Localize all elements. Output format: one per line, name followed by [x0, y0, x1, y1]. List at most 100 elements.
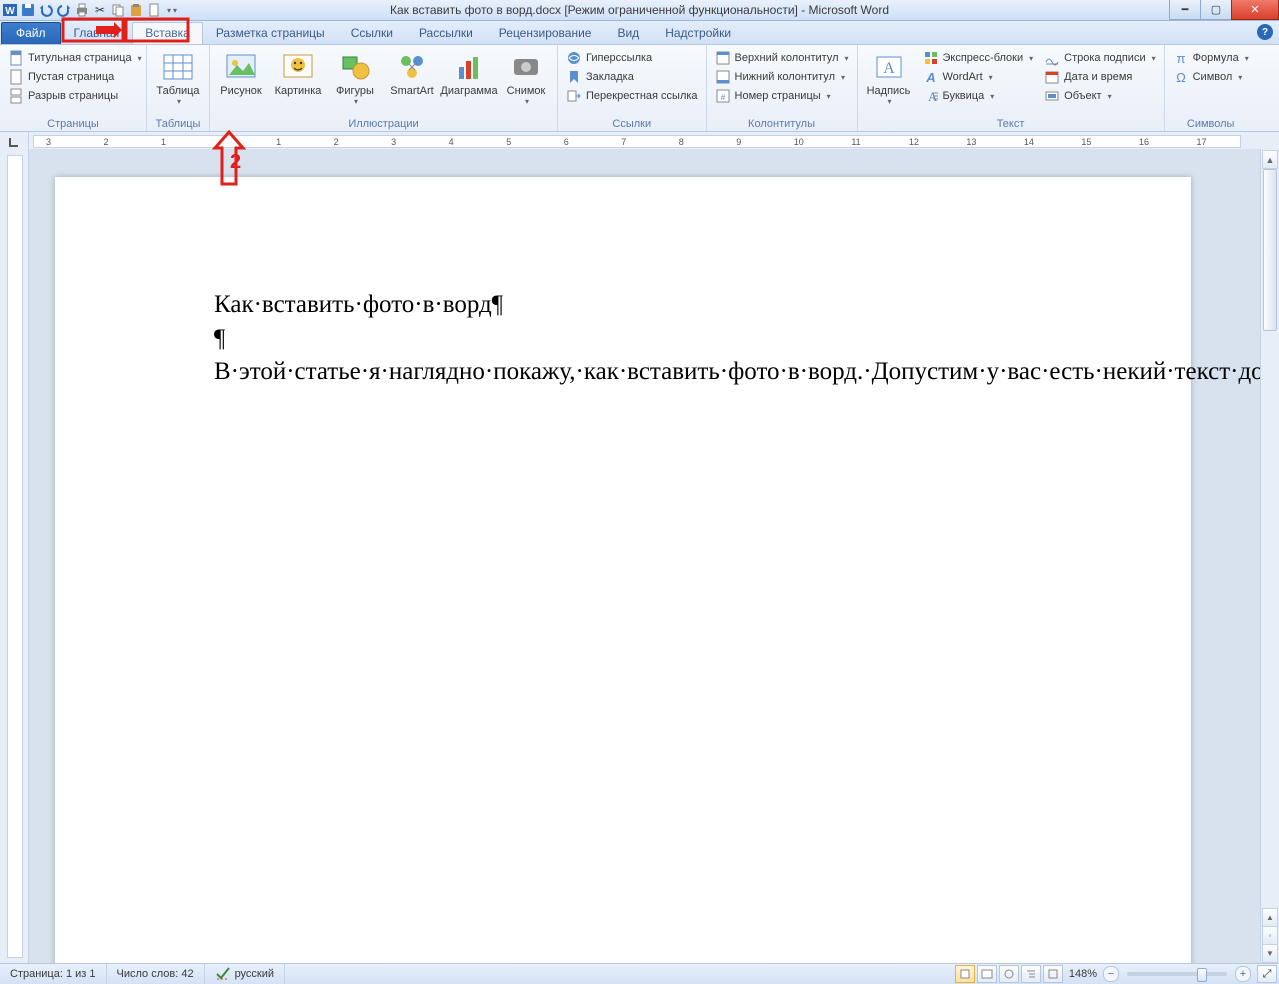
group-tables: Таблица Таблицы — [147, 45, 210, 131]
zoom-in-button[interactable]: + — [1235, 966, 1251, 982]
save-icon[interactable] — [20, 2, 36, 18]
clipart-label: Картинка — [275, 85, 322, 97]
quickparts-button[interactable]: Экспресс-блоки — [919, 49, 1038, 67]
copy-icon[interactable] — [110, 2, 126, 18]
group-text: A Надпись Экспресс-блоки AWordArt AБукви… — [858, 45, 1165, 131]
zoom-slider[interactable] — [1127, 972, 1227, 976]
page-break-button[interactable]: Разрыв страницы — [4, 87, 142, 105]
zoom-percent[interactable]: 148% — [1069, 968, 1097, 980]
smartart-icon — [396, 51, 428, 83]
sigline-button[interactable]: Строка подписи — [1040, 49, 1159, 67]
tab-mailings[interactable]: Рассылки — [406, 22, 486, 44]
tab-insert[interactable]: Вставка — [132, 22, 203, 44]
minimize-button[interactable]: ━ — [1169, 0, 1201, 20]
crossref-button[interactable]: Перекрестная ссылка — [562, 87, 702, 105]
vertical-ruler[interactable] — [0, 149, 29, 964]
qat-dropdown-icon[interactable]: ▾ — [164, 2, 180, 18]
tab-page-layout[interactable]: Разметка страницы — [203, 22, 338, 44]
redo-icon[interactable] — [56, 2, 72, 18]
svg-text:A: A — [883, 60, 895, 77]
quick-access-toolbar: W ✂ ▾ — [0, 2, 180, 18]
shapes-label: Фигуры — [336, 85, 374, 97]
header-button[interactable]: Верхний колонтитул — [711, 49, 853, 67]
page-viewport[interactable]: Как·вставить·фото·в·ворд¶ ¶ В·этой·стать… — [29, 149, 1260, 964]
object-icon — [1044, 88, 1060, 104]
symbol-button[interactable]: ΩСимвол — [1169, 68, 1253, 86]
pagenum-button[interactable]: # Номер страницы — [711, 87, 853, 105]
paste-icon[interactable] — [128, 2, 144, 18]
chart-button[interactable]: Диаграмма — [442, 47, 496, 117]
picture-button[interactable]: Рисунок — [214, 47, 268, 117]
datetime-label: Дата и время — [1064, 71, 1132, 83]
quickparts-label: Экспресс-блоки — [943, 52, 1024, 64]
help-icon[interactable]: ? — [1257, 24, 1273, 40]
print-icon[interactable] — [74, 2, 90, 18]
doc-icon[interactable] — [146, 2, 162, 18]
doc-line-2[interactable]: ¶ — [214, 324, 1131, 355]
svg-text:Ω: Ω — [1176, 70, 1186, 85]
tab-references[interactable]: Ссылки — [338, 22, 406, 44]
doc-line-1[interactable]: Как·вставить·фото·в·ворд¶ — [214, 290, 1131, 321]
hyperlink-button[interactable]: Гиперссылка — [562, 49, 702, 67]
header-label: Верхний колонтитул — [735, 52, 839, 64]
status-lang[interactable]: русский — [205, 964, 285, 984]
status-page[interactable]: Страница: 1 из 1 — [0, 964, 107, 984]
wordart-icon: A — [923, 69, 939, 85]
hyperlink-icon — [566, 50, 582, 66]
footer-label: Нижний колонтитул — [735, 71, 835, 83]
object-browse-select[interactable]: ◦ — [1262, 926, 1278, 945]
doc-paragraph[interactable]: В·этой·статье·я·наглядно·покажу,·как·вст… — [214, 357, 1131, 388]
zoom-knob[interactable] — [1197, 968, 1207, 982]
pagenum-icon: # — [715, 88, 731, 104]
bookmark-label: Закладка — [586, 71, 634, 83]
view-outline[interactable] — [1021, 965, 1041, 983]
table-label: Таблица — [156, 85, 199, 97]
clipart-button[interactable]: Картинка — [271, 47, 325, 117]
tab-file[interactable]: Файл — [1, 22, 61, 44]
zoom-fit-button[interactable]: ⤢ — [1257, 965, 1277, 983]
bookmark-button[interactable]: Закладка — [562, 68, 702, 86]
header-icon — [715, 50, 731, 66]
view-fullscreen[interactable] — [977, 965, 997, 983]
object-browse-next[interactable]: ▼ — [1262, 944, 1278, 963]
wordart-button[interactable]: AWordArt — [919, 68, 1038, 86]
zoom-out-button[interactable]: − — [1103, 966, 1119, 982]
object-browse-prev[interactable]: ▲ — [1262, 908, 1278, 927]
table-button[interactable]: Таблица — [151, 47, 205, 117]
group-links: Гиперссылка Закладка Перекрестная ссылка… — [558, 45, 707, 131]
dropcap-button[interactable]: AБуквица — [919, 87, 1038, 105]
page-content[interactable]: Как·вставить·фото·в·ворд¶ ¶ В·этой·стать… — [214, 290, 1131, 391]
datetime-button[interactable]: Дата и время — [1040, 68, 1159, 86]
shapes-button[interactable]: Фигуры — [328, 47, 382, 117]
view-print-layout[interactable] — [955, 965, 975, 983]
scroll-thumb[interactable] — [1263, 169, 1277, 331]
page-break-label: Разрыв страницы — [28, 90, 118, 102]
screenshot-button[interactable]: Снимок — [499, 47, 553, 117]
footer-button[interactable]: Нижний колонтитул — [711, 68, 853, 86]
svg-text:π: π — [1176, 51, 1185, 66]
smartart-button[interactable]: SmartArt — [385, 47, 439, 117]
formula-button[interactable]: πФормула — [1169, 49, 1253, 67]
view-web[interactable] — [999, 965, 1019, 983]
textbox-button[interactable]: A Надпись — [862, 47, 916, 117]
tab-home[interactable]: Главная — [61, 22, 133, 44]
view-draft[interactable] — [1043, 965, 1063, 983]
pagenum-label: Номер страницы — [735, 90, 821, 102]
blank-page-button[interactable]: Пустая страница — [4, 68, 142, 86]
cover-page-button[interactable]: Титульная страница — [4, 49, 142, 67]
tab-review[interactable]: Рецензирование — [486, 22, 605, 44]
screenshot-label: Снимок — [507, 85, 546, 97]
cut-icon[interactable]: ✂ — [92, 2, 108, 18]
status-words[interactable]: Число слов: 42 — [107, 964, 205, 984]
vertical-scrollbar[interactable]: ▲ ▲ ◦ ▼ — [1260, 149, 1279, 964]
tab-view[interactable]: Вид — [604, 22, 652, 44]
maximize-button[interactable]: ▢ — [1200, 0, 1232, 20]
tab-addins[interactable]: Надстройки — [652, 22, 744, 44]
undo-icon[interactable] — [38, 2, 54, 18]
group-links-label: Ссылки — [562, 117, 702, 131]
page: Как·вставить·фото·в·ворд¶ ¶ В·этой·стать… — [55, 177, 1191, 964]
object-button[interactable]: Объект — [1040, 87, 1159, 105]
clipart-icon — [282, 51, 314, 83]
close-button[interactable]: ✕ — [1231, 0, 1279, 20]
scroll-up-button[interactable]: ▲ — [1262, 150, 1278, 169]
